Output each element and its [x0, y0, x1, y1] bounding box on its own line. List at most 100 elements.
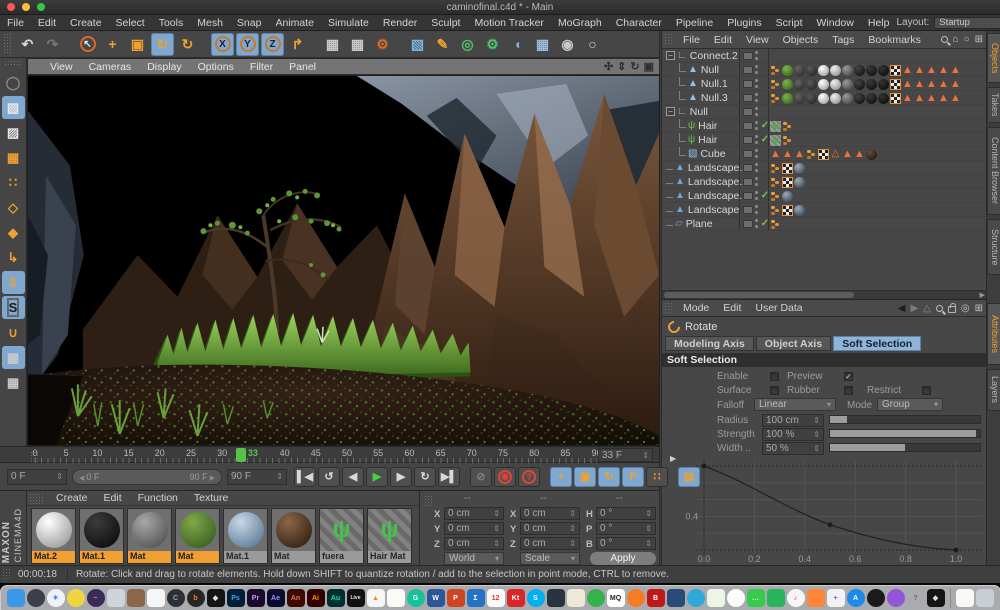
mouse-mode-button[interactable]: ⇳: [2, 271, 25, 294]
goto-end-button[interactable]: ▶▌: [438, 467, 460, 487]
dock-icon-music[interactable]: ♪: [787, 589, 805, 607]
model-mode-button[interactable]: ▧: [2, 96, 25, 119]
dock-icon-sigma-app[interactable]: Σ: [467, 589, 485, 607]
expression-tag-icon[interactable]: ▲: [902, 65, 913, 76]
material-tag-icon[interactable]: [794, 163, 805, 174]
dock-icon-help-question[interactable]: ?: [907, 589, 925, 607]
material-tag-icon[interactable]: [842, 79, 853, 90]
material-mat[interactable]: Mat: [127, 508, 172, 564]
material-tag-icon[interactable]: [782, 65, 793, 76]
render-picture-viewer-button[interactable]: ▦: [346, 33, 369, 56]
slider-track[interactable]: [829, 415, 981, 424]
expression-tag-icon[interactable]: ▲: [902, 79, 913, 90]
material-tag-icon[interactable]: [866, 65, 877, 76]
object-manager-menu-item-view[interactable]: View: [739, 34, 776, 46]
side-tab-content-browser[interactable]: Content Browser: [987, 127, 1000, 215]
coords-grip[interactable]: [424, 495, 433, 506]
record-objects-button[interactable]: ⊘: [470, 467, 492, 487]
expression-tag-icon[interactable]: ▲: [914, 79, 925, 90]
dock-icon-bitwarden[interactable]: B: [647, 589, 665, 607]
polygons-mode-button[interactable]: ◆: [2, 221, 25, 244]
expression-tag-icon[interactable]: ▲: [770, 149, 781, 160]
hierarchy-up-icon[interactable]: △: [923, 303, 931, 314]
magnet-button[interactable]: ∪: [2, 321, 25, 344]
object-manager-menu-item-objects[interactable]: Objects: [776, 34, 826, 46]
material-tag-icon[interactable]: [794, 93, 805, 104]
timeline-playhead[interactable]: [236, 448, 246, 462]
current-frame-field[interactable]: 33 F⇕: [598, 448, 653, 462]
dock-icon-quicken-orange[interactable]: [627, 589, 645, 607]
coord-field-world-x[interactable]: 0 cm⇕: [444, 507, 504, 520]
add-panel-icon[interactable]: ⊞: [975, 303, 983, 314]
apply-button[interactable]: Apply: [590, 552, 656, 565]
expression-tag-icon[interactable]: ▲: [938, 79, 949, 90]
dock-icon-illustrator[interactable]: Ai: [307, 589, 325, 607]
move-button[interactable]: +: [101, 33, 124, 56]
menu-item-script[interactable]: Script: [769, 17, 810, 29]
material-tag-icon[interactable]: [830, 65, 841, 76]
expression-tag-outline-icon[interactable]: △: [830, 149, 841, 160]
object-row-null-1[interactable]: ▲Null.1▲▲▲▲▲: [662, 77, 987, 91]
world-dropdown[interactable]: World▾: [444, 552, 504, 565]
uvw-tag-icon[interactable]: [782, 163, 793, 174]
dock-icon-animate[interactable]: An: [287, 589, 305, 607]
render-settings-button[interactable]: ⚙: [371, 33, 394, 56]
material-grip[interactable]: [29, 493, 45, 504]
curve-point[interactable]: [954, 548, 959, 553]
visibility-dots[interactable]: [754, 175, 760, 188]
uv-grid-mode-button[interactable]: ▦: [2, 146, 25, 169]
object-row-null[interactable]: ▲Null▲▲▲▲▲: [662, 63, 987, 77]
dock-icon-dark-design-app[interactable]: [547, 589, 565, 607]
menu-item-file[interactable]: File: [0, 17, 31, 29]
path-icon[interactable]: ○: [964, 34, 970, 45]
object-row-connect-2[interactable]: −∟Connect.2: [662, 49, 987, 63]
expression-tag-icon[interactable]: ▲: [926, 65, 937, 76]
checkbox-enable[interactable]: [770, 372, 779, 381]
dock-icon-powerpoint[interactable]: P: [447, 589, 465, 607]
menu-item-mograph[interactable]: MoGraph: [551, 17, 609, 29]
attribute-manager-grip[interactable]: [664, 302, 673, 314]
keyframe-selection-button[interactable]: ▤: [678, 467, 700, 487]
live-selection-button[interactable]: ↖: [76, 33, 99, 56]
home-icon[interactable]: ⌂: [953, 34, 959, 45]
material-tag-icon[interactable]: [866, 149, 877, 160]
history-back-icon[interactable]: ◀: [898, 303, 906, 314]
dock-icon-blender[interactable]: b: [187, 589, 205, 607]
material-menu-item-texture[interactable]: Texture: [186, 492, 236, 504]
menu-item-pipeline[interactable]: Pipeline: [669, 17, 720, 29]
material-tag-icon[interactable]: [794, 177, 805, 188]
layout-select[interactable]: Startup▾: [934, 17, 1000, 29]
material-tag-icon[interactable]: [842, 93, 853, 104]
dock-icon-moth-blue-app[interactable]: [667, 589, 685, 607]
dock-icon-word[interactable]: W: [427, 589, 445, 607]
expression-tag-icon[interactable]: ▲: [842, 149, 853, 160]
material-tag-icon[interactable]: [866, 93, 877, 104]
layer-color-box[interactable]: [741, 147, 754, 160]
status-grip[interactable]: [2, 568, 11, 579]
spline-pen-button[interactable]: ✎: [431, 33, 454, 56]
sculpt-globe-button[interactable]: ◯: [2, 71, 25, 94]
expression-tag-icon[interactable]: ▲: [794, 149, 805, 160]
coord-field-scale-y[interactable]: 0 cm⇕: [520, 522, 580, 535]
layer-color-box[interactable]: [741, 133, 754, 146]
slider-track[interactable]: [829, 429, 981, 438]
dock-icon-audition[interactable]: Au: [327, 589, 345, 607]
dock-icon-unity[interactable]: ◆: [927, 589, 945, 607]
coordinate-system-button[interactable]: ↱: [286, 33, 309, 56]
object-row-plane[interactable]: ▱Plane✓: [662, 217, 987, 231]
layer-color-box[interactable]: [741, 49, 754, 62]
expression-tag-icon[interactable]: ▲: [926, 79, 937, 90]
texture-tag-icon[interactable]: [770, 163, 781, 174]
material-tag-icon[interactable]: [794, 65, 805, 76]
visibility-dots[interactable]: [754, 147, 760, 160]
attribute-menu-item-edit[interactable]: Edit: [716, 302, 748, 314]
object-manager-menu-item-bookmarks[interactable]: Bookmarks: [861, 34, 928, 46]
menu-item-simulate[interactable]: Simulate: [321, 17, 376, 29]
visibility-dots[interactable]: [754, 63, 760, 76]
material-mat-1[interactable]: Mat.1: [223, 508, 268, 564]
dock-icon-chrome[interactable]: [67, 589, 85, 607]
timeline-ruler[interactable]: 0510152025304045505560657075808590 33 33…: [0, 446, 660, 463]
mode-dropdown[interactable]: Group▾: [877, 398, 943, 411]
material-tag-icon[interactable]: [806, 93, 817, 104]
lock-z-axis-button[interactable]: Z: [261, 33, 284, 56]
